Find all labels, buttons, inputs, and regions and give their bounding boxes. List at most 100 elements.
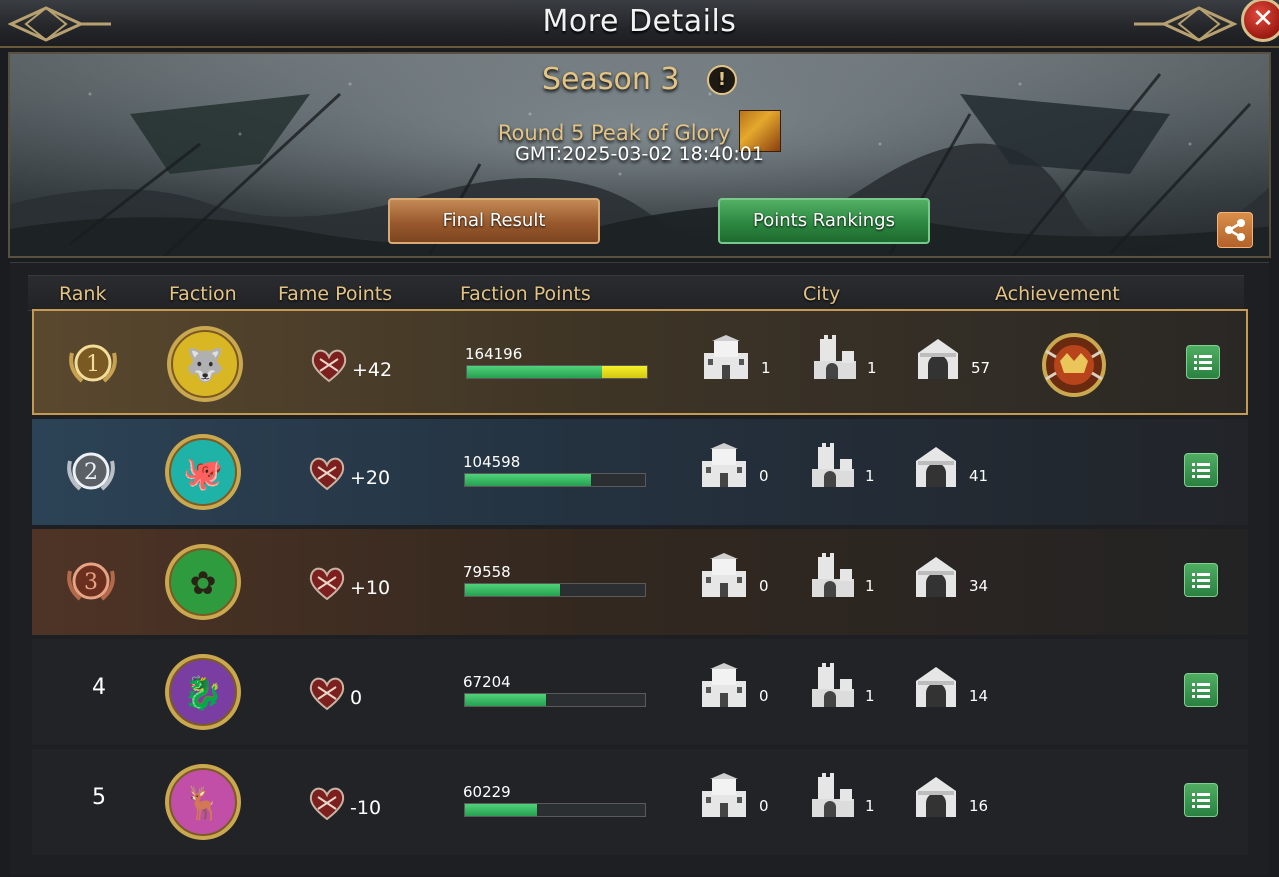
list-icon xyxy=(1192,573,1210,588)
details-button[interactable] xyxy=(1184,673,1218,707)
faction-points-bar-fill xyxy=(465,474,591,486)
info-icon[interactable]: ! xyxy=(707,65,738,95)
list-icon xyxy=(1192,463,1210,478)
fame-points-icon xyxy=(311,349,347,383)
svg-text:🐺: 🐺 xyxy=(185,346,225,384)
rank-number: 2 xyxy=(84,460,98,485)
details-button[interactable] xyxy=(1186,345,1220,379)
table-row: 1 🐺 +42 164196 1 1 57 xyxy=(32,309,1248,415)
final-result-button[interactable]: Final Result xyxy=(388,198,600,244)
fame-points-value: +20 xyxy=(350,467,391,489)
fame-points-icon xyxy=(309,677,345,711)
faction-points-value: 60229 xyxy=(463,783,511,801)
rank-medal-icon: 1 xyxy=(64,339,122,389)
list-icon xyxy=(1192,683,1210,698)
season-title: Season 3 xyxy=(541,62,680,97)
season-heading: Season 3 ! xyxy=(10,62,1269,97)
rank-medal-icon: 2 xyxy=(62,447,120,497)
share-icon xyxy=(1225,219,1245,241)
city-castle-icon xyxy=(702,443,746,487)
list-icon xyxy=(1194,355,1212,370)
faction-points-bar xyxy=(464,583,646,597)
table-row: 3 ✿ +10 79558 0 1 34 xyxy=(32,529,1248,635)
city-fort-icon xyxy=(812,663,854,707)
details-button[interactable] xyxy=(1184,563,1218,597)
rank-number: 4 xyxy=(92,675,106,700)
city-fort-count: 1 xyxy=(865,687,875,705)
city-castle-icon xyxy=(702,553,746,597)
header-faction-points: Faction Points xyxy=(460,283,591,305)
table-row: 2 🐙 +20 104598 0 1 41 xyxy=(32,419,1248,525)
city-fort-icon xyxy=(812,773,854,817)
faction-points-bar xyxy=(466,365,648,379)
table-row: 5 🦌 -10 60229 0 1 16 xyxy=(32,749,1248,855)
faction-points-bar-fill xyxy=(465,694,546,706)
points-rankings-button[interactable]: Points Rankings xyxy=(718,198,930,244)
faction-points-value: 164196 xyxy=(465,345,523,363)
rankings-table: Rank Faction Fame Points Faction Points … xyxy=(10,262,1269,875)
faction-points-bar-bonus xyxy=(602,366,647,378)
table-header: Rank Faction Fame Points Faction Points … xyxy=(28,275,1244,311)
fame-points-value: +42 xyxy=(352,359,393,381)
city-castle-count: 1 xyxy=(761,359,771,377)
details-button[interactable] xyxy=(1184,783,1218,817)
window-title: More Details xyxy=(542,4,737,39)
city-castle-count: 0 xyxy=(759,467,769,485)
faction-wolf-icon[interactable]: 🐺 xyxy=(165,324,245,404)
rank-number: 5 xyxy=(92,785,106,810)
faction-points-bar-fill xyxy=(467,366,602,378)
faction-rose-icon[interactable]: ✿ xyxy=(163,542,243,622)
svg-text:✿: ✿ xyxy=(190,564,217,602)
faction-kraken-icon[interactable]: 🐙 xyxy=(163,432,243,512)
fame-points-value: 0 xyxy=(350,687,363,709)
close-button[interactable]: ✕ xyxy=(1241,0,1279,42)
rank-medal-icon: 3 xyxy=(62,557,120,607)
ornament-right-icon xyxy=(1134,6,1238,42)
faction-points-bar xyxy=(464,803,646,817)
city-gate-icon xyxy=(916,777,956,817)
svg-text:🐙: 🐙 xyxy=(183,454,223,492)
faction-points-value: 79558 xyxy=(463,563,511,581)
fame-points-icon xyxy=(309,787,345,821)
city-gate-icon xyxy=(918,339,958,379)
details-button[interactable] xyxy=(1184,453,1218,487)
header-rank: Rank xyxy=(59,283,107,305)
city-gate-count: 34 xyxy=(969,577,989,595)
header-city: City xyxy=(803,283,841,305)
city-castle-count: 0 xyxy=(759,687,769,705)
faction-points-value: 67204 xyxy=(463,673,511,691)
faction-dragon-icon[interactable]: 🐉 xyxy=(163,652,243,732)
share-button[interactable] xyxy=(1217,212,1253,248)
season-banner: Season 3 ! Round 5 Peak of Glory GMT:202… xyxy=(8,52,1271,258)
faction-stag-icon[interactable]: 🦌 xyxy=(163,762,243,842)
gmt-timestamp: GMT:2025-03-02 18:40:01 xyxy=(515,143,764,165)
city-fort-icon xyxy=(812,443,854,487)
city-castle-icon xyxy=(702,663,746,707)
city-fort-count: 1 xyxy=(865,577,875,595)
city-gate-count: 14 xyxy=(969,687,989,705)
city-fort-count: 1 xyxy=(865,467,875,485)
city-gate-count: 16 xyxy=(969,797,989,815)
faction-points-bar-fill xyxy=(465,584,561,596)
city-gate-icon xyxy=(916,447,956,487)
table-row: 4 🐉 0 67204 0 1 14 xyxy=(32,639,1248,745)
header-faction: Faction xyxy=(169,283,237,305)
rank-number: 1 xyxy=(86,352,100,377)
city-fort-icon xyxy=(814,335,856,379)
fame-points-value: -10 xyxy=(350,797,382,819)
achievement-emblem-icon[interactable] xyxy=(1040,331,1108,399)
svg-text:🐉: 🐉 xyxy=(183,674,223,712)
header-fame-points: Fame Points xyxy=(278,283,393,305)
city-fort-icon xyxy=(812,553,854,597)
faction-points-bar xyxy=(464,473,646,487)
city-gate-count: 57 xyxy=(971,359,991,377)
svg-text:🦌: 🦌 xyxy=(183,784,223,822)
list-icon xyxy=(1192,793,1210,808)
close-icon: ✕ xyxy=(1252,4,1274,34)
fame-points-icon xyxy=(309,457,345,491)
city-castle-count: 0 xyxy=(759,797,769,815)
header-achievement: Achievement xyxy=(995,283,1120,305)
city-fort-count: 1 xyxy=(867,359,877,377)
city-castle-icon xyxy=(704,335,748,379)
city-gate-icon xyxy=(916,667,956,707)
